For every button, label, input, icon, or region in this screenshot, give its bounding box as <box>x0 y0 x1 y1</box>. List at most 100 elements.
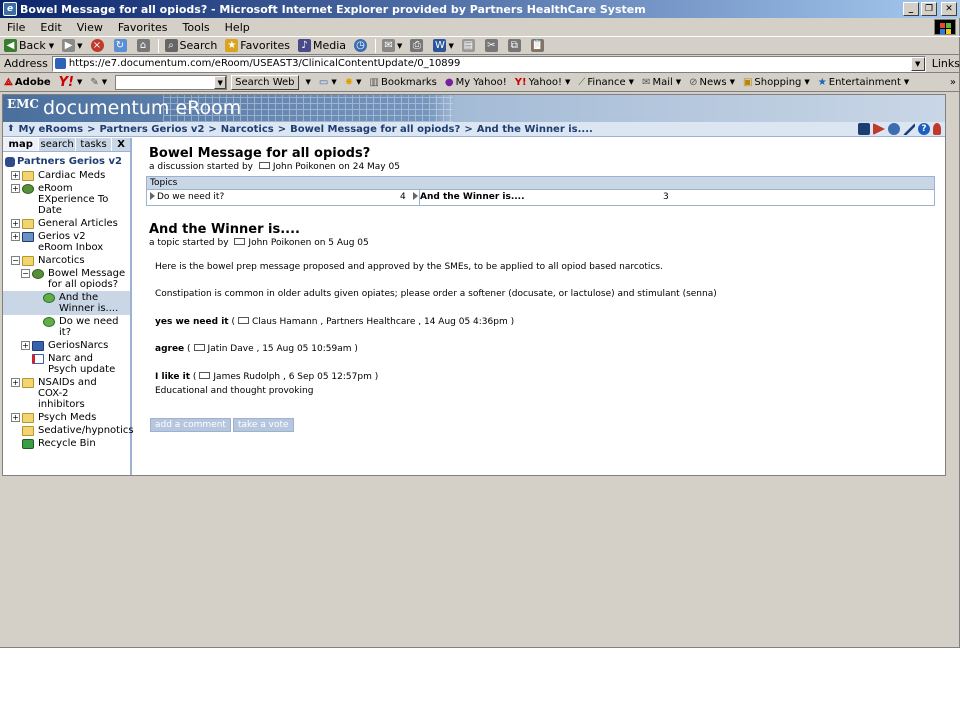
tab-map[interactable]: map <box>3 138 40 151</box>
topic-link[interactable]: Do we need it? <box>150 191 224 202</box>
person-icon[interactable] <box>933 123 941 135</box>
yahoo-dropdown-button[interactable]: ▼ <box>299 78 315 86</box>
entertainment-button[interactable]: ★ Entertainment ▼ <box>814 77 914 88</box>
tree-item-do-we-need-it[interactable]: Do we need it? <box>3 315 130 339</box>
edit-icon[interactable] <box>903 123 915 135</box>
byline-author[interactable]: John Poikonen <box>273 162 336 172</box>
expand-icon[interactable]: + <box>11 184 20 193</box>
tab-tasks[interactable]: tasks <box>75 138 113 151</box>
links-button[interactable]: Links <box>926 57 960 70</box>
stop-button[interactable]: × <box>87 39 110 52</box>
refresh-button[interactable]: ↻ <box>110 39 133 52</box>
reply-comment: Educational and thought provoking <box>155 386 314 396</box>
back-button[interactable]: ◀ Back ▼ <box>0 39 58 52</box>
expand-icon[interactable]: + <box>21 341 30 350</box>
media-button[interactable]: ♪ Media <box>294 39 350 52</box>
finance-button[interactable]: ⟋ Finance ▼ <box>574 77 638 88</box>
address-input[interactable]: https://e7.documentum.com/eRoom/USEAST3/… <box>51 55 926 72</box>
print-icon: ⎙ <box>410 39 424 52</box>
shopping-button[interactable]: ▣ Shopping ▼ <box>739 77 814 88</box>
close-pane-button[interactable]: X <box>112 138 130 151</box>
minimize-button[interactable]: _ <box>903 2 919 16</box>
tree-root[interactable]: Partners Gerios v2 <box>3 154 130 169</box>
collapse-icon[interactable]: − <box>21 269 30 278</box>
menu-view[interactable]: View <box>70 21 111 34</box>
highlight-button[interactable]: ▭ ▼ <box>315 77 341 88</box>
bookmarks-button[interactable]: ▥ Bookmarks <box>366 77 441 88</box>
pencil-button[interactable]: ✎ ▼ <box>86 77 111 88</box>
adobe-icon: ⟁ <box>4 76 13 88</box>
envelope-icon[interactable] <box>237 317 249 324</box>
yahoo-button[interactable]: Y! Yahoo! ▼ <box>511 77 575 88</box>
news-button[interactable]: ⊘ News ▼ <box>685 77 739 88</box>
my-yahoo-button[interactable]: ● My Yahoo! <box>441 77 511 88</box>
toolbar-overflow-button[interactable]: » <box>946 77 960 88</box>
tree-item-winner[interactable]: And the Winner is.... <box>3 291 130 315</box>
favorites-button[interactable]: ★ Favorites <box>221 39 294 52</box>
add-comment-button[interactable]: add a comment <box>150 418 231 432</box>
take-vote-button[interactable]: take a vote <box>232 418 294 432</box>
menu-favorites[interactable]: Favorites <box>111 21 176 34</box>
tree-item-cardiac-meds[interactable]: + Cardiac Meds <box>3 169 130 182</box>
yahoo-logo-button[interactable]: Y! ▼ <box>55 75 87 90</box>
discussion-icon[interactable] <box>888 123 900 135</box>
menu-file[interactable]: File <box>0 21 33 34</box>
byline-author[interactable]: John Poikonen <box>248 238 311 248</box>
tree-item-narc-psych-update[interactable]: Narc and Psych update <box>3 352 130 376</box>
menu-help[interactable]: Help <box>218 21 258 34</box>
mail-menu-button[interactable]: ✉ Mail ▼ <box>638 77 685 88</box>
breadcrumb-partners-gerios[interactable]: Partners Gerios v2 <box>99 124 204 135</box>
discuss-button[interactable]: ▤ <box>458 39 481 52</box>
tree-item-nsaids[interactable]: + NSAIDs and COX-2 inhibitors <box>3 376 130 411</box>
expand-icon[interactable]: + <box>11 219 20 228</box>
tree-item-geriosnarcs[interactable]: + GeriosNarcs <box>3 339 130 352</box>
address-dropdown-icon[interactable]: ▼ <box>910 56 925 71</box>
home-button[interactable]: ⌂ <box>133 39 156 52</box>
expand-icon[interactable]: + <box>11 171 20 180</box>
tree-item-bowel-message[interactable]: − Bowel Message for all opiods? <box>3 267 130 291</box>
yahoo-search-input[interactable]: ▼ <box>115 74 228 90</box>
search-button[interactable]: ⌕ Search <box>161 39 222 52</box>
tree-item-sedative[interactable]: Sedative/hypnotics <box>3 424 134 437</box>
envelope-icon[interactable] <box>258 162 270 169</box>
envelope-icon[interactable] <box>234 238 246 245</box>
maximize-button[interactable]: ❐ <box>921 2 937 16</box>
cut-button[interactable]: ✂ <box>481 39 504 52</box>
close-button[interactable]: ✕ <box>941 2 957 16</box>
yahoo-search-dropdown-icon[interactable]: ▼ <box>214 75 227 89</box>
inbox-icon <box>22 232 34 242</box>
tree-item-inbox[interactable]: + Gerios v2 eRoom Inbox <box>3 230 130 254</box>
topic-link[interactable]: And the Winner is.... <box>413 191 525 202</box>
print-button[interactable]: ⎙ <box>406 39 429 52</box>
go-arrow-icon[interactable] <box>873 123 885 135</box>
forward-button[interactable]: ▶ ▼ <box>58 39 86 52</box>
envelope-icon[interactable] <box>199 372 211 379</box>
expand-icon[interactable]: + <box>11 232 20 241</box>
tree-item-psych-meds[interactable]: + Psych Meds <box>3 411 130 424</box>
mail-button[interactable]: ✉ ▼ <box>378 39 406 52</box>
breadcrumb-bowel-message[interactable]: Bowel Message for all opiods? <box>290 124 460 135</box>
up-arrow-icon[interactable]: ⬆ <box>7 124 15 134</box>
tree-item-narcotics[interactable]: − Narcotics <box>3 254 130 267</box>
copy-button[interactable]: ⧉ <box>504 39 527 52</box>
collapse-icon[interactable]: − <box>11 256 20 265</box>
menu-tools[interactable]: Tools <box>176 21 218 34</box>
tree-item-general-articles[interactable]: + General Articles <box>3 217 130 230</box>
tab-search[interactable]: search <box>39 138 76 151</box>
adobe-button[interactable]: ⟁ Adobe <box>0 77 55 88</box>
paste-button[interactable]: 📋 <box>527 39 550 52</box>
print-page-icon[interactable] <box>858 123 870 135</box>
breadcrumb-narcotics[interactable]: Narcotics <box>221 124 274 135</box>
expand-icon[interactable]: + <box>11 378 20 387</box>
tree-item-eroom-experience[interactable]: + eRoom EXperience To Date <box>3 182 130 217</box>
help-icon[interactable]: ? <box>918 123 930 135</box>
tree-item-recycle-bin[interactable]: Recycle Bin <box>3 437 130 450</box>
search-web-button[interactable]: Search Web <box>231 74 299 90</box>
breadcrumb-my-erooms[interactable]: My eRooms <box>19 124 84 135</box>
envelope-icon[interactable] <box>193 344 205 351</box>
edit-word-button[interactable]: W ▼ <box>429 39 457 52</box>
menu-edit[interactable]: Edit <box>33 21 69 34</box>
sun-button[interactable]: ✸ ▼ <box>341 77 366 88</box>
expand-icon[interactable]: + <box>11 413 20 422</box>
history-button[interactable]: ◷ <box>350 39 373 52</box>
